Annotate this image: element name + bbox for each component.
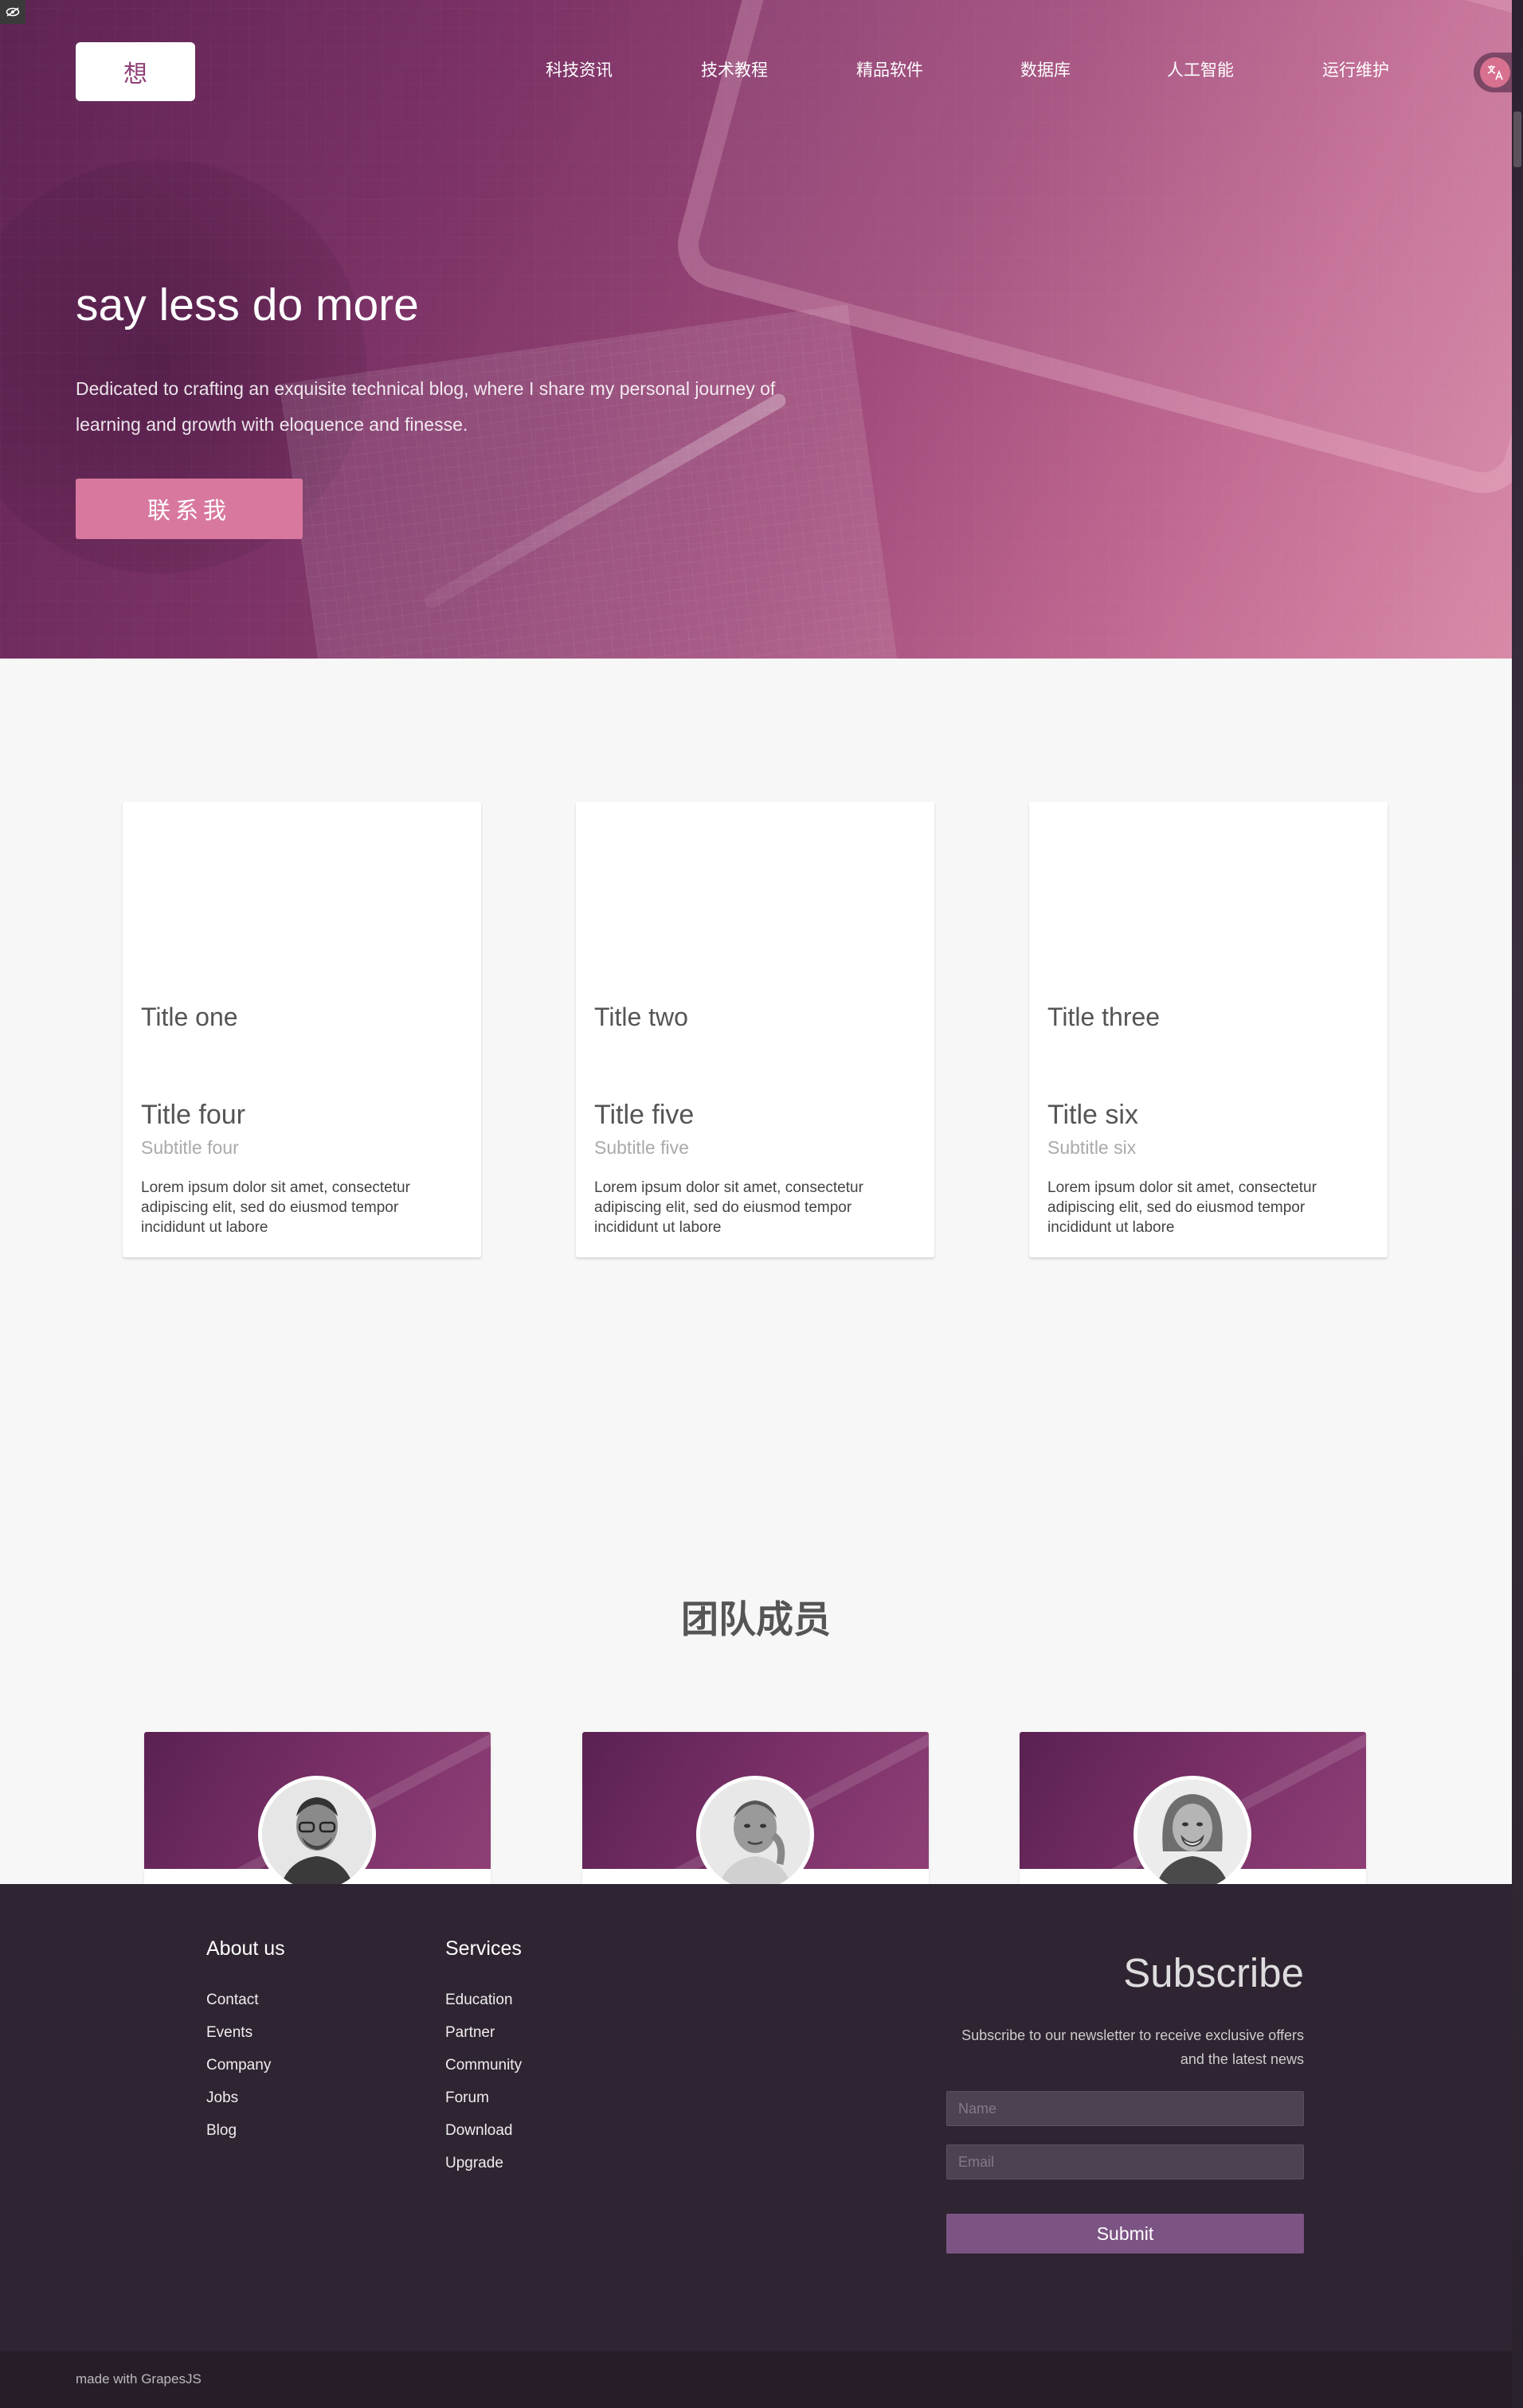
card-subtitle: Subtitle five xyxy=(594,1137,689,1158)
footer-services-title: Services xyxy=(445,1937,522,1960)
hero-description: Dedicated to crafting an exquisite techn… xyxy=(76,378,776,435)
card-title-secondary: Title four xyxy=(141,1100,246,1130)
avatar xyxy=(258,1776,376,1891)
hero-section: 想 科技资讯 技术教程 精品软件 数据库 人工智能 运行维护 say less … xyxy=(0,0,1512,659)
nav-item-ai[interactable]: 人工智能 xyxy=(1167,57,1234,81)
card-text: Lorem ipsum dolor sit amet, consectetur … xyxy=(1047,1179,1317,1236)
subscribe-text: Subscribe to our newsletter to receive e… xyxy=(961,2027,1304,2067)
card-3: Title three Title six Subtitle six Lorem… xyxy=(1029,802,1388,1257)
nav-item-database[interactable]: 数据库 xyxy=(1020,57,1071,81)
made-with-text: made with GrapesJS xyxy=(76,2371,202,2386)
footer-link-blog[interactable]: Blog xyxy=(206,2122,237,2140)
avatar xyxy=(1133,1776,1251,1891)
team-member-card-3 xyxy=(1020,1732,1366,1891)
card-1: Title one Title four Subtitle four Lorem… xyxy=(123,802,481,1257)
email-input[interactable] xyxy=(946,2144,1304,2179)
card-title: Title one xyxy=(141,1003,238,1031)
team-section-title: 团队成员 xyxy=(681,1598,831,1642)
card-title: Title three xyxy=(1047,1003,1161,1031)
nav-item-tutorials[interactable]: 技术教程 xyxy=(701,57,768,81)
card-title-secondary: Title five xyxy=(594,1100,695,1130)
main-nav: 科技资讯 技术教程 精品软件 数据库 人工智能 运行维护 xyxy=(0,57,1512,89)
team-member-card-2 xyxy=(582,1732,929,1891)
nav-item-tech-news[interactable]: 科技资讯 xyxy=(546,57,613,81)
team-member-card-1 xyxy=(144,1732,491,1891)
card-text: Lorem ipsum dolor sit amet, consectetur … xyxy=(594,1179,863,1236)
avatar xyxy=(696,1776,814,1891)
nav-item-software[interactable]: 精品软件 xyxy=(856,57,923,81)
card-2: Title two Title five Subtitle five Lorem… xyxy=(576,802,934,1257)
eye-icon[interactable] xyxy=(0,0,25,24)
footer: About us Contact Events Company Jobs Blo… xyxy=(0,1884,1512,2351)
translate-icon xyxy=(1480,57,1510,88)
footer-link-company[interactable]: Company xyxy=(206,2057,271,2074)
footer-link-jobs[interactable]: Jobs xyxy=(206,2089,238,2107)
footer-link-upgrade[interactable]: Upgrade xyxy=(445,2155,503,2172)
scrollbar[interactable] xyxy=(1512,0,1523,2408)
subscribe-title: Subscribe xyxy=(1123,1950,1304,1996)
scrollbar-thumb[interactable] xyxy=(1513,111,1521,167)
bottom-bar: made with GrapesJS xyxy=(0,2351,1512,2408)
footer-link-forum[interactable]: Forum xyxy=(445,2089,489,2107)
card-title-secondary: Title six xyxy=(1047,1100,1138,1130)
footer-link-contact[interactable]: Contact xyxy=(206,1992,258,2009)
card-subtitle: Subtitle four xyxy=(141,1137,239,1158)
card-text: Lorem ipsum dolor sit amet, consectetur … xyxy=(141,1179,410,1236)
footer-link-partner[interactable]: Partner xyxy=(445,2024,495,2042)
name-input[interactable] xyxy=(946,2091,1304,2126)
nav-item-ops[interactable]: 运行维护 xyxy=(1322,57,1389,81)
footer-link-events[interactable]: Events xyxy=(206,2024,253,2042)
footer-about-title: About us xyxy=(206,1937,285,1960)
hero-title: say less do more xyxy=(76,280,419,330)
card-title: Title two xyxy=(594,1003,688,1031)
submit-button[interactable]: Submit xyxy=(946,2214,1304,2254)
footer-link-download[interactable]: Download xyxy=(445,2122,513,2140)
card-subtitle: Subtitle six xyxy=(1047,1137,1137,1158)
contact-button[interactable]: 联系我 xyxy=(76,479,303,539)
footer-link-education[interactable]: Education xyxy=(445,1992,513,2009)
footer-link-community[interactable]: Community xyxy=(445,2057,522,2074)
